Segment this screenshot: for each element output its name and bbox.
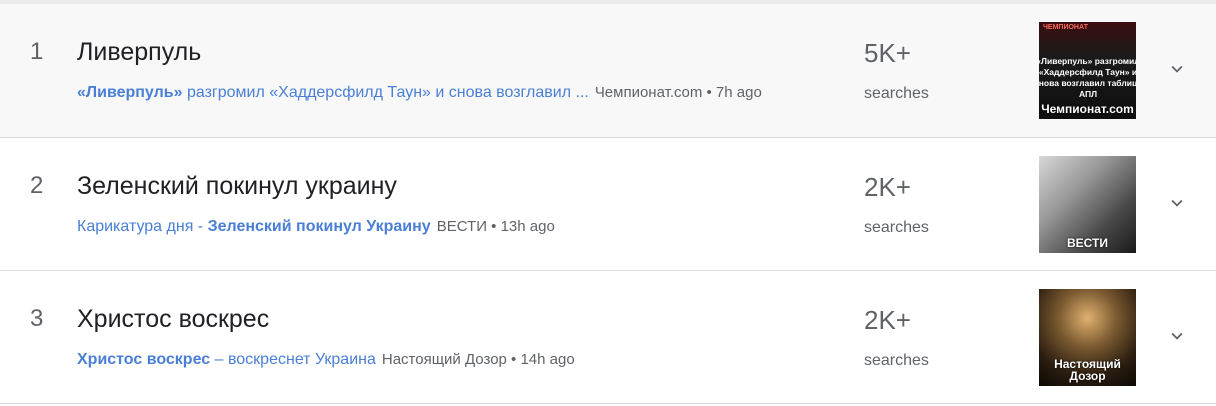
article-thumbnail[interactable]: ВЕСТИ <box>1039 156 1136 253</box>
article-source-time: ВЕСТИ • 13h ago <box>436 218 555 235</box>
thumbnail-overlay-brand: ЧЕМПИОНАТ <box>1043 24 1088 31</box>
article-source-time: Настоящий Дозор • 14h ago <box>381 351 575 368</box>
chevron-down-icon[interactable] <box>1166 325 1188 347</box>
article-link-bold[interactable]: Зеленский покинул Украину <box>208 218 431 235</box>
trend-rank: 2 <box>30 172 44 199</box>
trend-row-2[interactable]: 2 Зеленский покинул украину Карикатура д… <box>0 138 1216 271</box>
chevron-down-icon[interactable] <box>1166 58 1188 80</box>
trend-rank: 1 <box>30 38 44 65</box>
trend-title[interactable]: Христос воскрес <box>77 305 269 334</box>
search-count: 5K+ <box>864 38 911 68</box>
thumbnail-source-caption: Чемпионат.com <box>1041 102 1134 116</box>
article-link[interactable]: «Ливерпуль» разгромил «Хаддерсфилд Таун»… <box>77 84 589 101</box>
search-count-label: searches <box>864 352 929 369</box>
trend-article: «Ливерпуль» разгромил «Хаддерсфилд Таун»… <box>77 84 762 102</box>
thumbnail-overlay-text: «Ливерпуль» разгромил «Хаддерсфилд Таун»… <box>1039 56 1136 99</box>
trend-title[interactable]: Зеленский покинул украину <box>77 172 397 201</box>
chevron-down-icon[interactable] <box>1166 192 1188 214</box>
trending-searches-list: 1 Ливерпуль «Ливерпуль» разгромил «Хадде… <box>0 0 1216 406</box>
trend-article: Карикатура дня - Зеленский покинул Украи… <box>77 218 555 236</box>
article-thumbnail[interactable]: Настоящий Дозор <box>1039 289 1136 386</box>
article-link[interactable]: Христос воскрес – воскреснет Украина <box>77 351 376 368</box>
article-link-text[interactable]: Карикатура дня - <box>77 218 208 235</box>
article-link[interactable]: Карикатура дня - Зеленский покинул Украи… <box>77 218 431 235</box>
search-count: 2K+ <box>864 305 911 335</box>
thumbnail-source-caption: Настоящий Дозор <box>1054 357 1121 383</box>
article-thumbnail[interactable]: ЧЕМПИОНАТ «Ливерпуль» разгромил «Хаддерс… <box>1039 22 1136 119</box>
trend-row-3[interactable]: 3 Христос воскрес Христос воскрес – воск… <box>0 271 1216 404</box>
search-count-label: searches <box>864 219 929 236</box>
article-link-text[interactable]: разгромил «Хаддерсфилд Таун» и снова воз… <box>183 84 589 101</box>
article-link-bold[interactable]: Христос воскрес <box>77 351 210 368</box>
article-source-time: Чемпионат.com • 7h ago <box>594 84 762 101</box>
trend-title[interactable]: Ливерпуль <box>77 38 201 67</box>
search-count-label: searches <box>864 85 929 102</box>
article-link-bold[interactable]: «Ливерпуль» <box>77 84 183 101</box>
trend-rank: 3 <box>30 305 44 332</box>
thumbnail-source-caption: ВЕСТИ <box>1067 236 1108 250</box>
search-count: 2K+ <box>864 172 911 202</box>
trend-row-1[interactable]: 1 Ливерпуль «Ливерпуль» разгромил «Хадде… <box>0 4 1216 138</box>
trend-article: Христос воскрес – воскреснет Украина Наст… <box>77 351 575 369</box>
article-link-text[interactable]: – воскреснет Украина <box>210 351 376 368</box>
